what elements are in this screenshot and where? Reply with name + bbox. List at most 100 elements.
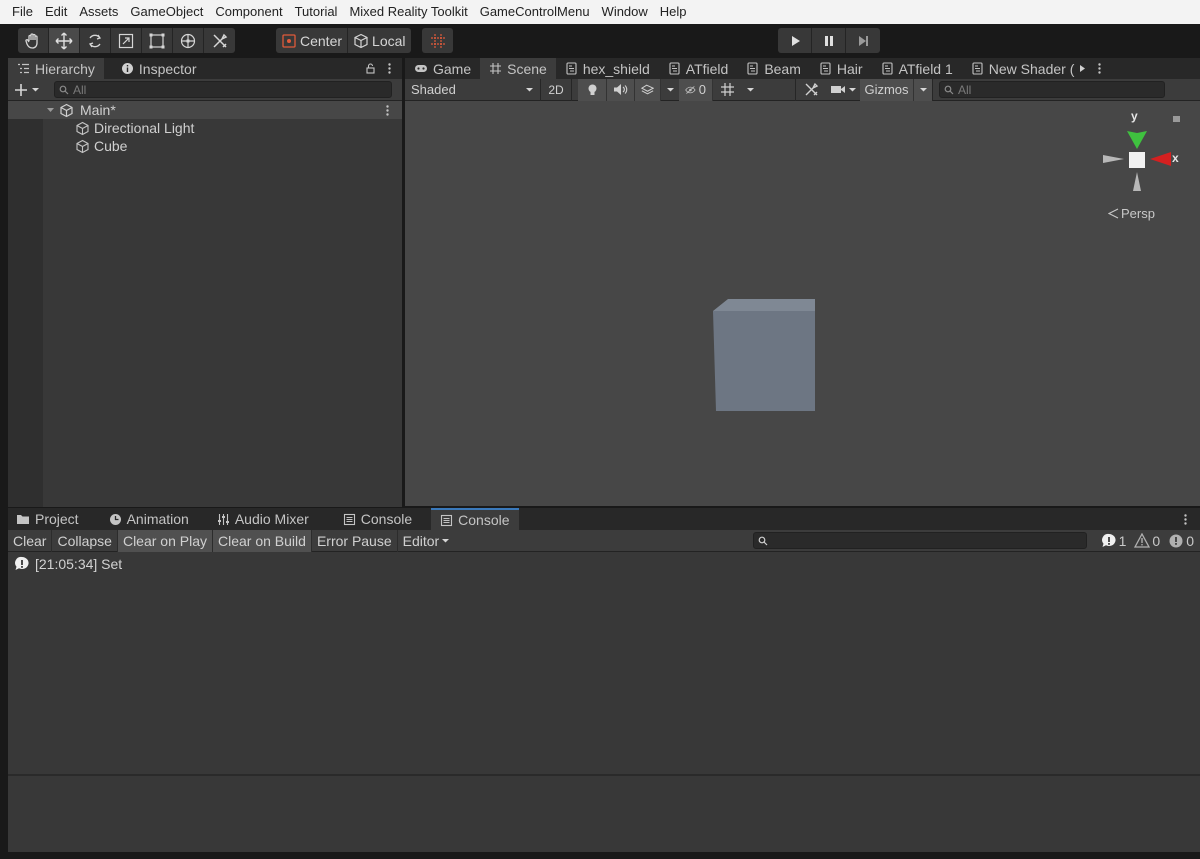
scene-panel-menu-button[interactable] — [1089, 58, 1110, 79]
menu-bar: File Edit Assets GameObject Component Tu… — [0, 0, 1200, 24]
folder-icon — [17, 514, 29, 524]
transform-tool-button[interactable] — [173, 28, 204, 53]
lock-button[interactable] — [360, 58, 381, 79]
play-button[interactable] — [778, 28, 812, 53]
menu-component[interactable]: Component — [209, 0, 288, 24]
scene-menu-icon[interactable] — [381, 104, 394, 117]
scale-tool-button[interactable] — [111, 28, 142, 53]
grid-dropdown[interactable] — [741, 79, 759, 101]
warning-icon — [1134, 533, 1151, 548]
rect-tool-button[interactable] — [142, 28, 173, 53]
tab-animation[interactable]: Animation — [100, 508, 198, 530]
tab-project[interactable]: Project — [8, 508, 88, 530]
warning-count-toggle[interactable]: 0 — [1130, 533, 1164, 549]
cube-object[interactable] — [713, 299, 815, 411]
menu-file[interactable]: File — [6, 0, 39, 24]
camera-icon — [830, 86, 845, 93]
mode-2d-button[interactable]: 2D — [541, 79, 571, 101]
step-button[interactable] — [846, 28, 880, 53]
menu-help[interactable]: Help — [654, 0, 693, 24]
grid-snap-icon — [430, 33, 445, 48]
tab-console-1[interactable]: Console — [334, 508, 421, 530]
orientation-gizmo[interactable] — [1103, 116, 1180, 191]
hand-tool-button[interactable] — [18, 28, 49, 53]
pivot-center-button[interactable]: Center — [276, 28, 349, 53]
pivot-local-button[interactable]: Local — [348, 28, 410, 53]
log-detail-splitter[interactable] — [8, 774, 1200, 776]
editor-dropdown[interactable]: Editor — [398, 530, 456, 552]
tab-game[interactable]: Game — [405, 58, 480, 79]
collapse-button[interactable]: Collapse — [52, 529, 118, 552]
error-icon — [1169, 534, 1183, 547]
menu-edit[interactable]: Edit — [39, 0, 73, 24]
expand-arrow-icon[interactable] — [46, 106, 55, 115]
shading-mode-dropdown[interactable]: Shaded — [405, 79, 540, 101]
tab-hex-shield[interactable]: hex_shield — [556, 58, 659, 79]
menu-assets[interactable]: Assets — [73, 0, 124, 24]
clear-on-build-toggle[interactable]: Clear on Build — [213, 529, 312, 552]
tab-scroll-right-button[interactable] — [1076, 58, 1089, 79]
tab-scene[interactable]: Scene — [480, 58, 556, 79]
effects-toggle[interactable] — [635, 78, 661, 101]
clock-icon — [109, 513, 121, 525]
projection-toggle[interactable]: Persp — [1108, 206, 1155, 221]
chevron-down-icon — [442, 539, 450, 543]
gizmos-dropdown[interactable] — [914, 78, 932, 101]
effects-dropdown[interactable] — [661, 79, 679, 101]
clear-on-play-toggle[interactable]: Clear on Play — [117, 529, 213, 552]
tab-atfield-1[interactable]: ATfield 1 — [872, 58, 962, 79]
menu-mixed-reality-toolkit[interactable]: Mixed Reality Toolkit — [343, 0, 473, 24]
tools-icon — [212, 33, 227, 48]
gizmos-button[interactable]: Gizmos — [860, 78, 914, 101]
kebab-menu-icon — [1098, 63, 1102, 74]
scene-viewport[interactable]: y x Persp — [405, 101, 1200, 506]
menu-gamecontrolmenu[interactable]: GameControlMenu — [474, 0, 596, 24]
clear-button[interactable]: Clear — [8, 529, 53, 552]
bottom-panel-menu-button[interactable] — [1171, 508, 1200, 530]
menu-window[interactable]: Window — [596, 0, 654, 24]
grid-snap-button[interactable] — [422, 28, 453, 53]
panel-menu-button[interactable] — [381, 58, 402, 79]
hierarchy-search-input[interactable]: All — [54, 81, 392, 98]
create-dropdown[interactable] — [8, 83, 54, 97]
tab-scene-label: Scene — [507, 60, 547, 77]
hidden-objects-toggle[interactable]: 0 — [679, 78, 713, 101]
tab-hair[interactable]: Hair — [810, 58, 872, 79]
tab-console-2[interactable]: Console — [431, 508, 519, 530]
tab-hierarchy[interactable]: Hierarchy — [8, 58, 104, 79]
custom-tool-button[interactable] — [204, 28, 235, 53]
camera-dropdown[interactable] — [826, 79, 860, 101]
menu-gameobject[interactable]: GameObject — [124, 0, 209, 24]
hierarchy-item-directional-light[interactable]: Directional Light — [8, 119, 402, 137]
tab-audio-mixer[interactable]: Audio Mixer — [208, 508, 318, 530]
hierarchy-tab-bar: Hierarchy Inspector — [8, 58, 402, 79]
error-pause-toggle[interactable]: Error Pause — [312, 529, 398, 552]
tab-new-shader[interactable]: New Shader ( — [962, 58, 1077, 79]
transform-all-icon — [180, 33, 196, 48]
tab-inspector[interactable]: Inspector — [112, 58, 206, 79]
hierarchy-item-cube[interactable]: Cube — [8, 137, 402, 155]
scene-tools-button[interactable] — [796, 79, 826, 101]
scene-row[interactable]: Main* — [8, 101, 402, 119]
pause-button[interactable] — [812, 28, 846, 53]
tab-beam[interactable]: Beam — [737, 58, 810, 79]
scene-canvas — [713, 116, 1180, 411]
move-tool-button[interactable] — [49, 28, 80, 53]
eye-slash-icon — [685, 85, 696, 94]
menu-tutorial[interactable]: Tutorial — [289, 0, 344, 24]
audio-toggle[interactable] — [607, 78, 635, 101]
scene-search-input[interactable]: All — [939, 81, 1165, 98]
error-count-toggle[interactable]: 0 — [1164, 533, 1200, 549]
tab-inspector-label: Inspector — [138, 60, 197, 77]
tab-atfield[interactable]: ATfield — [659, 58, 738, 79]
grid-toggle[interactable] — [713, 79, 741, 101]
collapse-label: Collapse — [57, 532, 112, 549]
log-entry[interactable]: [21:05:34] Set — [8, 552, 1200, 576]
info-count-toggle[interactable]: 1 — [1097, 533, 1131, 549]
hierarchy-item-label: Directional Light — [94, 120, 195, 136]
rotate-tool-button[interactable] — [80, 28, 111, 53]
editor-label: Editor — [402, 532, 440, 549]
pause-icon — [824, 35, 833, 46]
lighting-toggle[interactable] — [578, 78, 607, 101]
console-search-input[interactable] — [752, 532, 1087, 549]
